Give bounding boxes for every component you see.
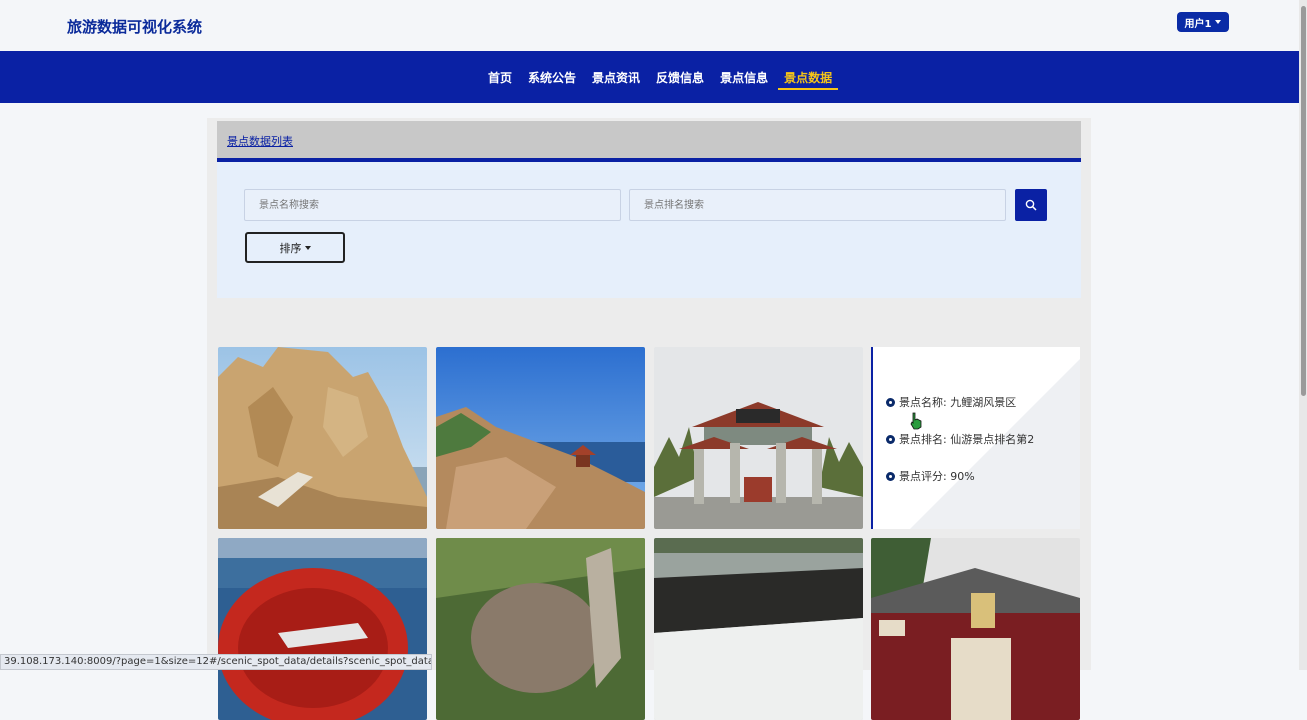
nav-item-announcements[interactable]: 系统公告 bbox=[522, 51, 582, 103]
spot-rank-text: 景点排名: 仙游景点排名第2 bbox=[899, 433, 1035, 446]
rock-stairs-photo bbox=[436, 538, 645, 720]
spot-card-river[interactable] bbox=[654, 538, 863, 720]
stepping-stones-river-photo bbox=[654, 538, 863, 720]
status-bar-url: 39.108.173.140:8009/?page=1&size=12#/sce… bbox=[0, 654, 432, 670]
spot-card-fishing[interactable] bbox=[218, 538, 427, 720]
spot-card-rocky-coast[interactable] bbox=[218, 347, 427, 529]
sort-dropdown-button[interactable]: 排序 bbox=[245, 232, 345, 263]
sort-label: 排序 bbox=[279, 241, 302, 255]
spot-score-text: 景点评分: 90% bbox=[899, 470, 975, 483]
spot-card-info[interactable]: 景点名称: 九鲤湖风景区 景点排名: 仙游景点排名第2 景点评分: 90% bbox=[871, 347, 1080, 529]
spot-name-search-input[interactable] bbox=[244, 189, 621, 221]
user-menu-label: 用户1 bbox=[1184, 18, 1212, 30]
bullet-icon bbox=[886, 471, 895, 481]
bullet-icon bbox=[886, 397, 895, 407]
fishing-basket-photo bbox=[218, 538, 427, 720]
nav-item-feedback[interactable]: 反馈信息 bbox=[650, 51, 710, 103]
bullet-icon bbox=[886, 434, 895, 444]
red-temple-gate-photo bbox=[871, 538, 1080, 720]
spot-card-sea-cliff[interactable] bbox=[436, 347, 645, 529]
user-menu-button[interactable]: 用户1 bbox=[1177, 12, 1229, 32]
main-nav: 首页 系统公告 景点资讯 反馈信息 景点信息 景点数据 bbox=[0, 51, 1299, 103]
panel-title-link[interactable]: 景点数据列表 bbox=[227, 133, 293, 149]
nav-item-spot-data[interactable]: 景点数据 bbox=[778, 51, 839, 103]
nav-item-news[interactable]: 景点资讯 bbox=[586, 51, 646, 103]
chevron-down-icon bbox=[1215, 20, 1222, 24]
top-header: 旅游数据可视化系统 用户1 bbox=[0, 0, 1299, 51]
sea-cliff-pavilion-photo bbox=[436, 347, 645, 529]
app-title: 旅游数据可视化系统 bbox=[67, 18, 203, 36]
search-button[interactable] bbox=[1015, 189, 1047, 221]
memorial-archway-photo bbox=[654, 347, 863, 529]
spot-rank-search-input[interactable] bbox=[629, 189, 1006, 221]
spot-card-temple-gate[interactable] bbox=[871, 538, 1080, 720]
hand-cursor-icon bbox=[910, 412, 922, 430]
panel-header: 景点数据列表 bbox=[217, 121, 1081, 162]
search-icon bbox=[1025, 199, 1037, 211]
chevron-down-icon bbox=[304, 245, 311, 250]
scrollbar-thumb[interactable] bbox=[1301, 6, 1306, 396]
nav-item-home[interactable]: 首页 bbox=[482, 51, 518, 103]
spot-card-archway[interactable] bbox=[654, 347, 863, 529]
spot-card-rock-stairs[interactable] bbox=[436, 538, 645, 720]
rocky-coast-photo bbox=[218, 347, 427, 529]
spot-name-text: 景点名称: 九鲤湖风景区 bbox=[899, 396, 1017, 409]
nav-item-spot-info[interactable]: 景点信息 bbox=[714, 51, 774, 103]
search-panel: 排序 bbox=[217, 162, 1081, 298]
